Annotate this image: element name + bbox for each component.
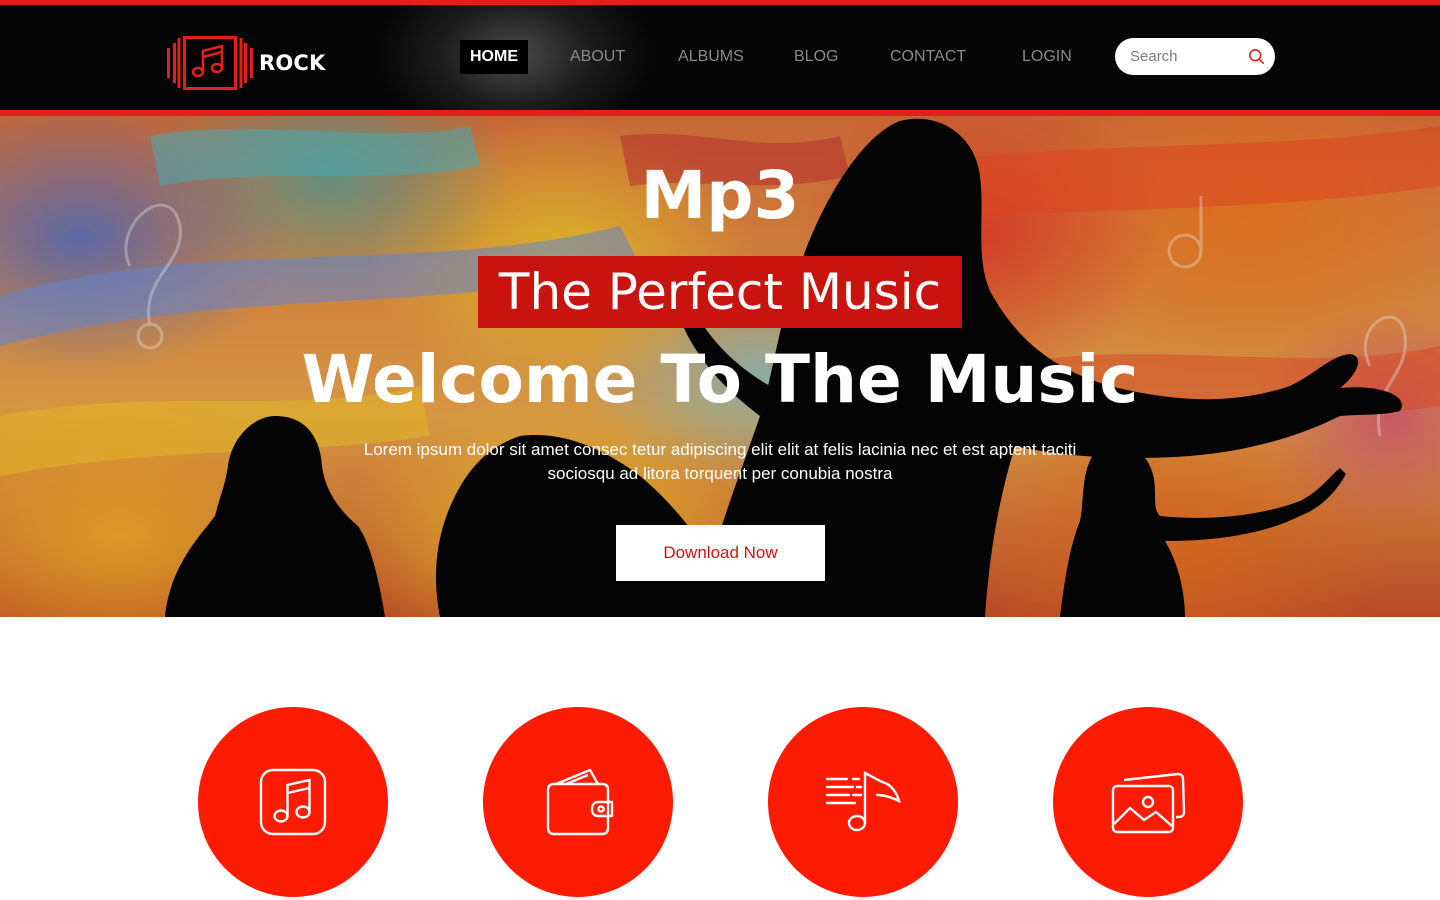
feature-playlist[interactable] bbox=[768, 707, 958, 897]
gallery-icon bbox=[1111, 772, 1186, 834]
hero-title: Welcome To The Music bbox=[301, 341, 1139, 418]
nav-item-about[interactable]: ABOUT bbox=[570, 40, 625, 74]
music-note-square-icon bbox=[259, 768, 327, 836]
search-icon[interactable] bbox=[1248, 48, 1265, 65]
feature-gallery[interactable] bbox=[1053, 707, 1243, 897]
nav-item-login[interactable]: LOGIN bbox=[1022, 40, 1072, 74]
feature-music[interactable] bbox=[198, 707, 388, 897]
hero-content: Mp3 The Perfect Music Welcome To The Mus… bbox=[0, 116, 1440, 617]
nav-item-blog[interactable]: BLOG bbox=[794, 40, 838, 74]
hero-description: Lorem ipsum dolor sit amet consec tetur … bbox=[363, 440, 1077, 483]
site-header: ROCK HOME ABOUT ALBUMS BLOG CONTACT LOGI… bbox=[0, 5, 1440, 111]
hero-banner: Mp3 The Perfect Music Welcome To The Mus… bbox=[0, 116, 1440, 617]
feature-wallet[interactable] bbox=[483, 707, 673, 897]
hero-kicker: Mp3 bbox=[640, 157, 800, 234]
nav-item-albums[interactable]: ALBUMS bbox=[678, 40, 744, 74]
music-logo-icon bbox=[167, 36, 253, 90]
nav-item-contact[interactable]: CONTACT bbox=[890, 40, 966, 74]
nav-item-home[interactable]: HOME bbox=[460, 40, 528, 74]
wallet-icon bbox=[546, 768, 614, 836]
brand-logo[interactable]: ROCK bbox=[167, 34, 337, 92]
search-box bbox=[1115, 38, 1275, 75]
playlist-icon bbox=[825, 771, 901, 832]
hero-tagline: The Perfect Music bbox=[478, 256, 962, 328]
brand-name: ROCK bbox=[259, 51, 326, 75]
download-now-button[interactable]: Download Now bbox=[616, 525, 825, 581]
search-input[interactable] bbox=[1130, 48, 1240, 65]
